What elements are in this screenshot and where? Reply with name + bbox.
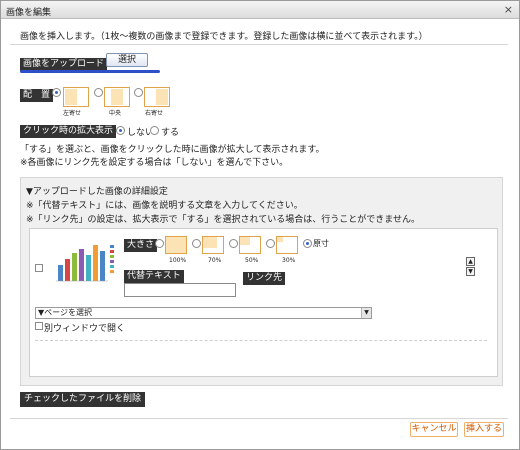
details-heading[interactable]: ▼アップロードした画像の詳細設定: [26, 184, 168, 197]
placement-center-option[interactable]: [104, 87, 130, 107]
size-100-radio[interactable]: [155, 239, 164, 248]
size-50-option[interactable]: [239, 236, 261, 254]
placement-right-option[interactable]: [144, 87, 170, 107]
select-image-button[interactable]: 選択: [106, 53, 148, 67]
image-thumbnail: [50, 235, 120, 289]
size-50-radio[interactable]: [229, 239, 238, 248]
size-100-label: 100%: [169, 257, 187, 264]
chevron-down-icon[interactable]: ▼: [361, 308, 371, 318]
item-divider: [35, 340, 487, 341]
size-70-radio[interactable]: [192, 239, 201, 248]
move-down-button[interactable]: ▼: [466, 267, 475, 276]
size-original-label: 原寸: [313, 239, 329, 248]
cancel-button[interactable]: キャンセル: [410, 422, 458, 437]
thumbnail-chart-image: [50, 235, 120, 289]
details-note-link: ※「リンク先」の設定は、拡大表示で「する」を選択されている場合は、行うことができ…: [26, 215, 421, 225]
placement-center-label: 中央: [109, 110, 122, 117]
image-item-checkbox[interactable]: [35, 264, 43, 272]
details-note-alt: ※「代替テキスト」には、画像を説明する文章を入力してください。: [26, 201, 303, 211]
size-30-radio[interactable]: [266, 239, 275, 248]
enlarge-label: クリック時の拡大表示: [20, 125, 117, 138]
upload-underline: [20, 70, 160, 73]
placement-center-radio[interactable]: [94, 88, 103, 97]
placement-left-radio[interactable]: [52, 88, 61, 97]
size-30-option[interactable]: [276, 236, 298, 254]
placement-right-radio[interactable]: [134, 88, 143, 97]
enlarge-on-radio[interactable]: [150, 126, 159, 135]
link-note: ※各画像にリンク先を設定する場合は「しない」を選んで下さい。: [20, 158, 289, 168]
placement-left-option[interactable]: [63, 87, 89, 107]
intro-text: 画像を挿入します。（1枚～複数の画像まで登録できます。登録した画像は横に並べて表…: [20, 32, 428, 42]
size-50-label: 50%: [245, 257, 259, 264]
alt-text-label: 代替テキスト: [124, 270, 184, 283]
link-page-select-value: ▼ページを選択: [38, 308, 92, 317]
divider: [10, 44, 508, 45]
insert-button[interactable]: 挿入する: [464, 422, 504, 437]
enlarge-off-radio[interactable]: [116, 126, 125, 135]
link-label: リンク先: [243, 272, 286, 285]
enlarge-note: 「する」を選ぶと、画像をクリックした時に画像が拡大して表示されます。: [20, 145, 325, 155]
placement-right-label: 右寄せ: [145, 110, 164, 117]
new-window-checkbox[interactable]: [35, 322, 43, 330]
size-30-label: 30%: [282, 257, 296, 264]
link-page-select[interactable]: ▼ページを選択 ▼: [35, 307, 372, 319]
delete-checked-button[interactable]: チェックしたファイルを削除: [20, 392, 146, 407]
footer-divider: [10, 418, 508, 419]
size-70-option[interactable]: [202, 236, 224, 254]
alt-text-input[interactable]: [124, 283, 236, 297]
size-70-label: 70%: [208, 257, 222, 264]
size-label: 大きさ: [124, 239, 158, 252]
enlarge-on-label: する: [161, 128, 180, 138]
close-icon[interactable]: ×: [504, 3, 513, 16]
dialog-title: 画像を編集: [6, 8, 52, 18]
move-up-button[interactable]: ▲: [466, 257, 475, 266]
new-window-label: 別ウィンドウで開く: [44, 324, 126, 334]
placement-label: 配 置: [20, 89, 54, 102]
dialog-titlebar: 画像を編集 ×: [1, 1, 519, 19]
size-100-option[interactable]: [165, 236, 187, 254]
placement-left-label: 左寄せ: [63, 110, 82, 117]
size-original-radio[interactable]: [303, 239, 312, 248]
